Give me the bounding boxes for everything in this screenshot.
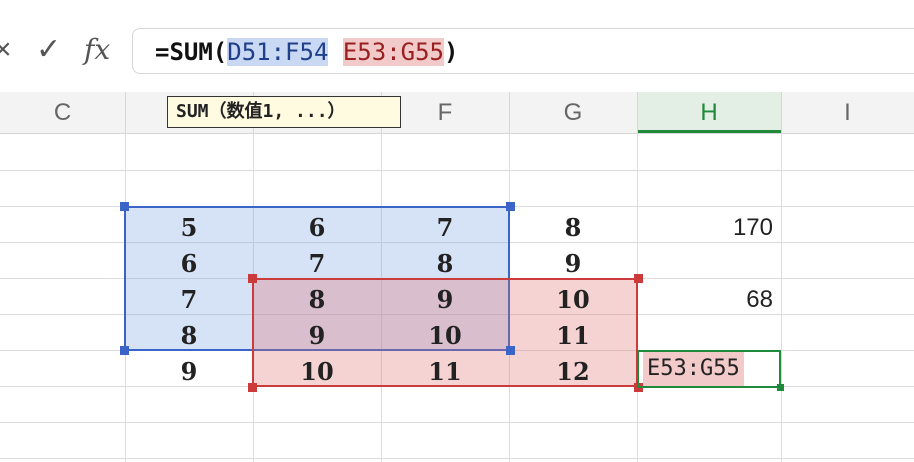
cell-g53[interactable]: 10 (509, 282, 637, 318)
column-header-row: C D E F G H I (0, 92, 914, 134)
cell-d55[interactable]: 9 (125, 354, 253, 390)
column-header-c[interactable]: C (0, 92, 125, 133)
cell-e55[interactable]: 10 (253, 354, 381, 390)
formula-ref-blue: D51:F54 (227, 38, 329, 66)
function-tooltip: SUM（数值1, ...） (167, 96, 401, 128)
check-icon[interactable]: ✓ (36, 30, 61, 70)
cell-e53[interactable]: 8 (253, 282, 381, 318)
active-cell-text: E53:G55 (643, 352, 744, 386)
cell-d51[interactable]: 5 (125, 210, 253, 246)
cell-f51[interactable]: 7 (381, 210, 509, 246)
cell-f52[interactable]: 8 (381, 246, 509, 282)
close-icon[interactable]: × (0, 30, 12, 70)
cell-g54[interactable]: 11 (509, 318, 637, 354)
cell-e51[interactable]: 6 (253, 210, 381, 246)
formula-controls: × ✓ fx (0, 0, 130, 92)
formula-ref-red: E53:G55 (342, 38, 445, 66)
fill-handle[interactable] (777, 384, 784, 391)
cell-f54[interactable]: 10 (381, 318, 509, 354)
cell-f53[interactable]: 9 (381, 282, 509, 318)
cell-f55[interactable]: 11 (381, 354, 509, 390)
formula-prefix: =SUM( (155, 38, 228, 66)
active-cell-h55[interactable]: E53:G55 (637, 350, 781, 388)
formula-input[interactable]: =SUM(D51:F54 E53:G55) (132, 28, 914, 74)
cell-g51[interactable]: 8 (509, 210, 637, 246)
cell-d53[interactable]: 7 (125, 282, 253, 318)
cell-d52[interactable]: 6 (125, 246, 253, 282)
fx-button[interactable]: fx (84, 30, 110, 70)
cell-h53[interactable]: 68 (637, 282, 781, 318)
formula-text: =SUM(D51:F54 E53:G55) (155, 29, 458, 75)
column-header-g[interactable]: G (509, 92, 637, 133)
cell-h51[interactable]: 170 (637, 210, 781, 246)
cell-g52[interactable]: 9 (509, 246, 637, 282)
column-header-h[interactable]: H (637, 92, 781, 133)
column-header-i[interactable]: I (781, 92, 914, 133)
cell-e54[interactable]: 9 (253, 318, 381, 354)
cell-e52[interactable]: 7 (253, 246, 381, 282)
formula-bar: × ✓ fx =SUM(D51:F54 E53:G55) (0, 0, 914, 92)
cell-d54[interactable]: 8 (125, 318, 253, 354)
cell-g55[interactable]: 12 (509, 354, 637, 390)
formula-suffix: ) (444, 38, 459, 66)
